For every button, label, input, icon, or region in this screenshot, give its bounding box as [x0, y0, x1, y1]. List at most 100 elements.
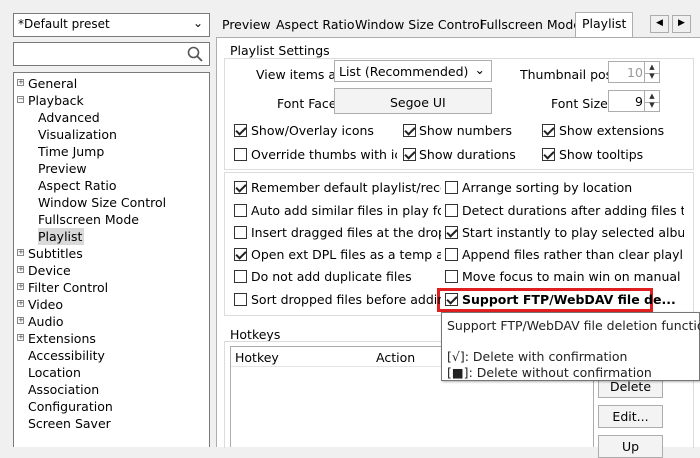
tree-item-screen-saver[interactable]: Screen Saver	[14, 415, 209, 432]
tree-item-label: Advanced	[38, 110, 100, 125]
tree-item-configuration[interactable]: Configuration	[14, 398, 209, 415]
option-checkbox[interactable]	[234, 181, 247, 194]
tree-item-visualization[interactable]: Visualization	[14, 126, 209, 143]
option-checkbox[interactable]	[445, 248, 458, 261]
tree-item-advanced[interactable]: Advanced	[14, 109, 209, 126]
show-tooltips-label: Show tooltips	[559, 147, 644, 162]
option-label: Detect durations after adding files t...	[462, 203, 684, 218]
override-thumbs-label: Override thumbs with ico...	[251, 147, 397, 162]
search-input[interactable]	[13, 42, 210, 66]
option-checkbox[interactable]	[445, 293, 458, 306]
option-label: Sort dropped files before adding t...	[251, 292, 441, 307]
expand-icon[interactable]: +	[17, 249, 24, 256]
tab-aspect-ratio[interactable]: Aspect Ratio	[270, 14, 361, 37]
option-label: Do not add duplicate files	[251, 269, 412, 284]
show-extensions-label: Show extensions	[559, 123, 665, 138]
tab-fullscreen-mode[interactable]: Fullscreen Mode	[474, 14, 587, 37]
tree-item-label: Location	[28, 365, 81, 380]
option-checkbox[interactable]	[234, 248, 247, 261]
tree-item-video[interactable]: + Video	[14, 296, 209, 313]
tree-item-aspect-ratio[interactable]: Aspect Ratio	[14, 177, 209, 194]
tree-item-playlist[interactable]: Playlist	[14, 228, 209, 245]
tree-item-label: Preview	[38, 161, 87, 176]
option-label: Start instantly to play selected albums	[462, 225, 684, 240]
col-hotkey[interactable]: Hotkey	[235, 350, 279, 365]
option-checkbox[interactable]	[445, 270, 458, 283]
tree-item-preview[interactable]: Preview	[14, 160, 209, 177]
tab-scroll-left-icon[interactable]: ◀	[650, 15, 669, 33]
option-checkbox[interactable]	[234, 270, 247, 283]
expand-icon[interactable]: +	[17, 283, 24, 290]
tree-item-label: Subtitles	[28, 246, 83, 261]
spin-down-icon[interactable]: ▼	[644, 71, 659, 82]
collapse-icon[interactable]: −	[17, 96, 24, 103]
font-face-button[interactable]: Segoe UI	[334, 88, 492, 114]
expand-icon[interactable]: +	[17, 334, 24, 341]
settings-tree: + General − Playback Advanced Visualization Ti…	[13, 72, 210, 447]
tree-item-window-size-control[interactable]: Window Size Control	[14, 194, 209, 211]
thumbnail-pos-spinner[interactable]: 10 ▲ ▼	[608, 61, 660, 83]
show-durations-checkbox[interactable]	[403, 148, 416, 161]
edit-button[interactable]: Edit...	[598, 405, 663, 428]
expand-icon[interactable]: +	[17, 300, 24, 307]
tree-item-association[interactable]: Association	[14, 381, 209, 398]
tree-item-time-jump[interactable]: Time Jump	[14, 143, 209, 160]
tree-item-accessibility[interactable]: Accessibility	[14, 347, 209, 364]
option-label: Move focus to main win on manual ...	[462, 269, 684, 284]
thumbnail-pos-value: 10	[627, 65, 643, 80]
tree-item-label: Extensions	[28, 331, 96, 346]
option-label: Support FTP/WebDAV file de...	[462, 292, 676, 307]
tree-item-playback[interactable]: − Playback	[14, 92, 209, 109]
show-durations-label: Show durations	[419, 147, 516, 162]
tree-item-location[interactable]: Location	[14, 364, 209, 381]
tree-item-general[interactable]: + General	[14, 75, 209, 92]
option-checkbox[interactable]	[234, 293, 247, 306]
tree-item-fullscreen-mode[interactable]: Fullscreen Mode	[14, 211, 209, 228]
spin-down-icon[interactable]: ▼	[644, 100, 659, 111]
tree-item-label: Playback	[28, 93, 84, 108]
tab-preview[interactable]: Preview	[216, 14, 277, 37]
preset-value: *Default preset	[18, 17, 110, 31]
option-checkbox[interactable]	[234, 226, 247, 239]
tree-item-label: Association	[28, 382, 100, 397]
option-checkbox[interactable]	[445, 226, 458, 239]
font-size-label: Font Size:	[551, 96, 613, 111]
font-face-value: Segoe UI	[390, 95, 446, 110]
font-size-spinner[interactable]: 9 ▲ ▼	[608, 90, 660, 112]
show-overlay-checkbox[interactable]	[234, 124, 247, 137]
tree-item-device[interactable]: + Device	[14, 262, 209, 279]
tree-item-label: General	[28, 76, 78, 91]
tree-item-filter-control[interactable]: + Filter Control	[14, 279, 209, 296]
tree-item-subtitles[interactable]: + Subtitles	[14, 245, 209, 262]
tree-item-label: Visualization	[38, 127, 117, 142]
tree-item-label: Window Size Control	[38, 195, 167, 210]
chevron-down-icon: ⌄	[192, 16, 203, 30]
show-numbers-label: Show numbers	[419, 123, 512, 138]
tree-item-audio[interactable]: + Audio	[14, 313, 209, 330]
tree-item-label: Screen Saver	[28, 416, 111, 431]
tab-scroll-right-icon[interactable]: ▶	[672, 15, 691, 33]
col-action[interactable]: Action	[376, 350, 415, 365]
tree-item-extensions[interactable]: + Extensions	[14, 330, 209, 347]
view-items-combo[interactable]: List (Recommended) ⌄	[334, 60, 492, 82]
expand-icon[interactable]: +	[17, 266, 24, 273]
tab-window-size-control[interactable]: Window Size Control	[349, 14, 489, 37]
option-checkbox[interactable]	[445, 181, 458, 194]
tree-item-label: Filter Control	[28, 280, 109, 295]
override-thumbs-checkbox[interactable]	[234, 148, 247, 161]
preset-combo[interactable]: *Default preset ⌄	[13, 13, 210, 37]
show-tooltips-checkbox[interactable]	[542, 148, 555, 161]
option-checkbox[interactable]	[234, 204, 247, 217]
tooltip: Support FTP/WebDAV file deletion functio…	[441, 312, 700, 381]
tab-playlist[interactable]: Playlist	[575, 12, 634, 39]
option-label: Insert dragged files at the drop p...	[251, 225, 441, 240]
tooltip-line-2: [√]: Delete with confirmation	[447, 349, 628, 364]
expand-icon[interactable]: +	[17, 79, 24, 86]
search-icon[interactable]	[187, 46, 203, 62]
option-checkbox[interactable]	[445, 204, 458, 217]
expand-icon[interactable]: +	[17, 317, 24, 324]
tree-item-label: Time Jump	[38, 144, 105, 159]
show-numbers-checkbox[interactable]	[403, 124, 416, 137]
show-extensions-checkbox[interactable]	[542, 124, 555, 137]
option-label: Open ext DPL files as a temp albu...	[251, 247, 441, 262]
